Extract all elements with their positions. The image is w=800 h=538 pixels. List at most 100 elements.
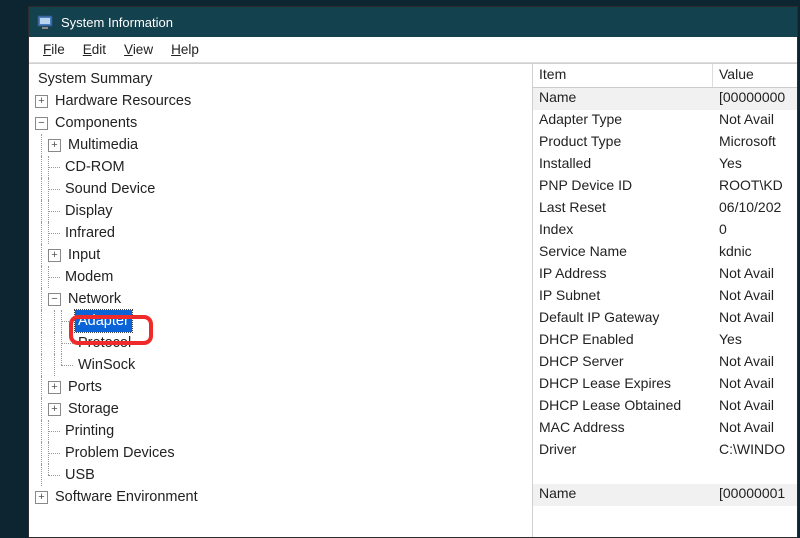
app-icon <box>37 14 53 30</box>
detail-row[interactable]: Product TypeMicrosoft <box>533 132 797 154</box>
tree-protocol[interactable]: Protocol <box>35 332 526 354</box>
tree-adapter[interactable]: Adapter <box>35 310 526 332</box>
window-title: System Information <box>61 15 173 30</box>
detail-item-value: Not Avail <box>713 374 797 396</box>
menu-help[interactable]: Help <box>163 40 207 59</box>
detail-item-label: DHCP Lease Obtained <box>533 396 713 418</box>
collapse-icon[interactable]: − <box>48 293 61 306</box>
detail-item-value: ROOT\KD <box>713 176 797 198</box>
expand-icon[interactable]: + <box>48 403 61 416</box>
detail-item-label: DHCP Enabled <box>533 330 713 352</box>
detail-row[interactable]: InstalledYes <box>533 154 797 176</box>
tree-multimedia[interactable]: + Multimedia <box>35 134 526 156</box>
detail-item-label: Last Reset <box>533 198 713 220</box>
detail-item-label: Service Name <box>533 242 713 264</box>
detail-row[interactable]: DHCP Lease ExpiresNot Avail <box>533 374 797 396</box>
tree-software-environment[interactable]: + Software Environment <box>35 486 526 508</box>
tree-winsock[interactable]: WinSock <box>35 354 526 376</box>
expand-icon[interactable]: + <box>35 95 48 108</box>
detail-item-label: Name <box>533 484 713 506</box>
detail-item-value: Not Avail <box>713 308 797 330</box>
detail-row[interactable]: Adapter TypeNot Avail <box>533 110 797 132</box>
tree-root[interactable]: System Summary <box>35 68 526 90</box>
detail-item-label: MAC Address <box>533 418 713 440</box>
detail-row[interactable]: PNP Device IDROOT\KD <box>533 176 797 198</box>
detail-row[interactable]: DHCP ServerNot Avail <box>533 352 797 374</box>
tree-printing[interactable]: Printing <box>35 420 526 442</box>
detail-item-value: Yes <box>713 154 797 176</box>
tree-infrared[interactable]: Infrared <box>35 222 526 244</box>
tree-sound-device[interactable]: Sound Device <box>35 178 526 200</box>
tree-network[interactable]: − Network <box>35 288 526 310</box>
tree-problem-devices[interactable]: Problem Devices <box>35 442 526 464</box>
expand-icon[interactable]: + <box>48 381 61 394</box>
expand-icon[interactable]: + <box>48 139 61 152</box>
tree-ports[interactable]: + Ports <box>35 376 526 398</box>
tree-storage[interactable]: + Storage <box>35 398 526 420</box>
tree-pane: System Summary + Hardware Resources − Co… <box>29 64 533 537</box>
detail-item-value: Not Avail <box>713 418 797 440</box>
detail-row[interactable]: Service Namekdnic <box>533 242 797 264</box>
detail-item-value: 0 <box>713 220 797 242</box>
detail-list[interactable]: Name[00000000Adapter TypeNot AvailProduc… <box>533 88 797 537</box>
tree-modem[interactable]: Modem <box>35 266 526 288</box>
collapse-icon[interactable]: − <box>35 117 48 130</box>
detail-row[interactable]: Index0 <box>533 220 797 242</box>
tree-adapter-selected: Adapter <box>75 310 132 332</box>
detail-item-value: Not Avail <box>713 396 797 418</box>
column-header-item[interactable]: Item <box>533 64 713 87</box>
menu-view[interactable]: View <box>116 40 161 59</box>
detail-row[interactable]: DHCP EnabledYes <box>533 330 797 352</box>
detail-row[interactable]: DHCP Lease ObtainedNot Avail <box>533 396 797 418</box>
detail-row[interactable]: IP SubnetNot Avail <box>533 286 797 308</box>
detail-item-label: Default IP Gateway <box>533 308 713 330</box>
detail-item-value: Not Avail <box>713 110 797 132</box>
detail-item-label: Driver <box>533 440 713 462</box>
detail-item-label: Index <box>533 220 713 242</box>
detail-row[interactable]: Last Reset06/10/202 <box>533 198 797 220</box>
tree-usb[interactable]: USB <box>35 464 526 486</box>
tree-display[interactable]: Display <box>35 200 526 222</box>
column-header-value[interactable]: Value <box>713 64 797 87</box>
detail-item-label: Installed <box>533 154 713 176</box>
detail-item-value: [00000001 <box>713 484 797 506</box>
detail-item-label: Product Type <box>533 132 713 154</box>
detail-item-value: Microsoft <box>713 132 797 154</box>
tree-components[interactable]: − Components <box>35 112 526 134</box>
detail-item-value: 06/10/202 <box>713 198 797 220</box>
expand-icon[interactable]: + <box>48 249 61 262</box>
content-split: System Summary + Hardware Resources − Co… <box>29 63 797 537</box>
detail-pane: Item Value Name[00000000Adapter TypeNot … <box>533 64 797 537</box>
detail-row[interactable]: IP AddressNot Avail <box>533 264 797 286</box>
detail-row[interactable]: Name[00000001 <box>533 484 797 506</box>
detail-item-label: Name <box>533 88 713 110</box>
detail-row[interactable]: MAC AddressNot Avail <box>533 418 797 440</box>
detail-row[interactable]: DriverC:\WINDO <box>533 440 797 462</box>
detail-item-value: Yes <box>713 330 797 352</box>
detail-item-label: PNP Device ID <box>533 176 713 198</box>
detail-item-value: kdnic <box>713 242 797 264</box>
detail-item-label: IP Subnet <box>533 286 713 308</box>
detail-item-value: [00000000 <box>713 88 797 110</box>
system-information-window: System Information File Edit View Help S… <box>28 6 798 538</box>
tree-cdrom[interactable]: CD-ROM <box>35 156 526 178</box>
detail-item-value: Not Avail <box>713 286 797 308</box>
titlebar[interactable]: System Information <box>29 7 797 37</box>
detail-item-label: DHCP Lease Expires <box>533 374 713 396</box>
detail-row[interactable]: Default IP GatewayNot Avail <box>533 308 797 330</box>
detail-item-label: IP Address <box>533 264 713 286</box>
tree-hardware-resources[interactable]: + Hardware Resources <box>35 90 526 112</box>
detail-item-label: DHCP Server <box>533 352 713 374</box>
category-tree[interactable]: System Summary + Hardware Resources − Co… <box>35 68 526 508</box>
tree-input[interactable]: + Input <box>35 244 526 266</box>
menu-file[interactable]: File <box>35 40 73 59</box>
menu-edit[interactable]: Edit <box>75 40 114 59</box>
window-chrome-left <box>0 0 28 538</box>
expand-icon[interactable]: + <box>35 491 48 504</box>
detail-item-value: Not Avail <box>713 352 797 374</box>
detail-header[interactable]: Item Value <box>533 64 797 88</box>
detail-item-value: C:\WINDO <box>713 440 797 462</box>
detail-item-label: Adapter Type <box>533 110 713 132</box>
detail-row[interactable]: Name[00000000 <box>533 88 797 110</box>
menubar: File Edit View Help <box>29 37 797 63</box>
